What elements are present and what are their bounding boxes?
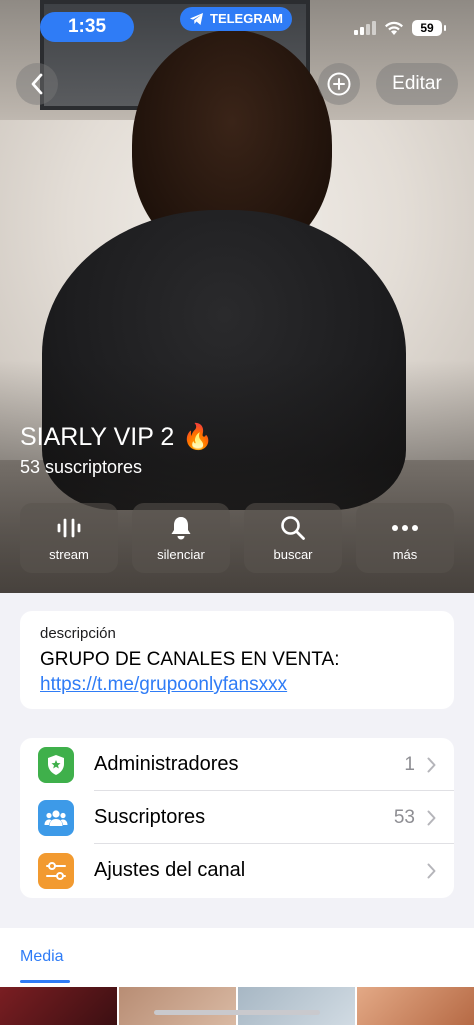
description-label: descripción	[40, 625, 116, 642]
more-icon	[392, 524, 418, 531]
settings-sliders-icon	[46, 861, 66, 880]
subscribers-label: Suscriptores	[94, 806, 206, 828]
fire-emoji: 🔥	[182, 423, 214, 451]
media-thumbnail[interactable]	[119, 987, 236, 1025]
search-icon	[281, 515, 305, 540]
stream-icon	[57, 518, 81, 537]
home-indicator[interactable]	[154, 1010, 320, 1015]
media-thumbnail[interactable]	[357, 987, 474, 1025]
channel-title: SIARLY VIP 2 🔥	[20, 423, 213, 452]
menu-item-subscribers[interactable]: Suscriptores 53	[20, 791, 454, 844]
admin-shield-icon	[48, 754, 64, 775]
tab-media[interactable]: Media	[20, 948, 64, 966]
subscriber-count: 53 suscriptores	[20, 457, 143, 477]
chevron-right-icon	[427, 863, 436, 878]
cellular-signal-icon	[354, 21, 376, 35]
channel-name: SIARLY VIP 2	[20, 423, 175, 451]
administrators-label: Administradores	[94, 753, 239, 775]
media-thumbnail[interactable]	[238, 987, 355, 1025]
battery-icon: 59	[412, 20, 446, 36]
description-card: descripción GRUPO DE CANALES EN VENTA: h…	[20, 611, 454, 709]
mute-label: silenciar	[157, 546, 205, 562]
media-thumbnail[interactable]	[0, 987, 117, 1025]
status-icons: 59	[354, 20, 446, 36]
subscribers-icon-tile	[38, 799, 74, 836]
status-time: 1:35	[40, 12, 134, 42]
administrators-count: 1	[404, 753, 415, 775]
search-button[interactable]: buscar	[244, 503, 342, 573]
add-button[interactable]	[318, 63, 360, 105]
wifi-icon	[385, 21, 403, 35]
telegram-plane-icon	[190, 13, 203, 25]
admin-icon-tile	[38, 746, 74, 783]
edit-button[interactable]: Editar	[376, 63, 458, 105]
channel-settings-label: Ajustes del canal	[94, 859, 246, 881]
description-link[interactable]: https://t.me/grupoonlyfansxxx	[40, 672, 434, 697]
chevron-left-icon	[31, 73, 43, 95]
people-icon	[44, 809, 68, 826]
search-label: buscar	[273, 546, 313, 562]
telegram-label: TELEGRAM	[210, 11, 283, 26]
subscribers-count: 53	[393, 806, 415, 828]
plus-circle-icon	[327, 72, 351, 96]
chevron-right-icon	[427, 810, 436, 825]
description-text: GRUPO DE CANALES EN VENTA:	[40, 649, 340, 670]
more-label: más	[392, 546, 418, 562]
menu-item-channel-settings[interactable]: Ajustes del canal	[20, 844, 454, 897]
action-bar: stream silenciar buscar más	[20, 503, 454, 573]
mute-button[interactable]: silenciar	[132, 503, 230, 573]
chevron-right-icon	[427, 757, 436, 772]
menu-item-administrators[interactable]: Administradores 1	[20, 738, 454, 791]
stream-label: stream	[49, 546, 89, 562]
stream-button[interactable]: stream	[20, 503, 118, 573]
telegram-pill[interactable]: TELEGRAM	[180, 7, 292, 31]
back-button[interactable]	[16, 63, 58, 105]
media-grid	[0, 987, 474, 1025]
settings-icon-tile	[38, 852, 74, 889]
bell-icon	[171, 516, 191, 539]
more-button[interactable]: más	[356, 503, 454, 573]
tab-media-indicator	[20, 980, 70, 983]
channel-menu: Administradores 1 Suscriptores 53 Ajuste…	[20, 738, 454, 898]
